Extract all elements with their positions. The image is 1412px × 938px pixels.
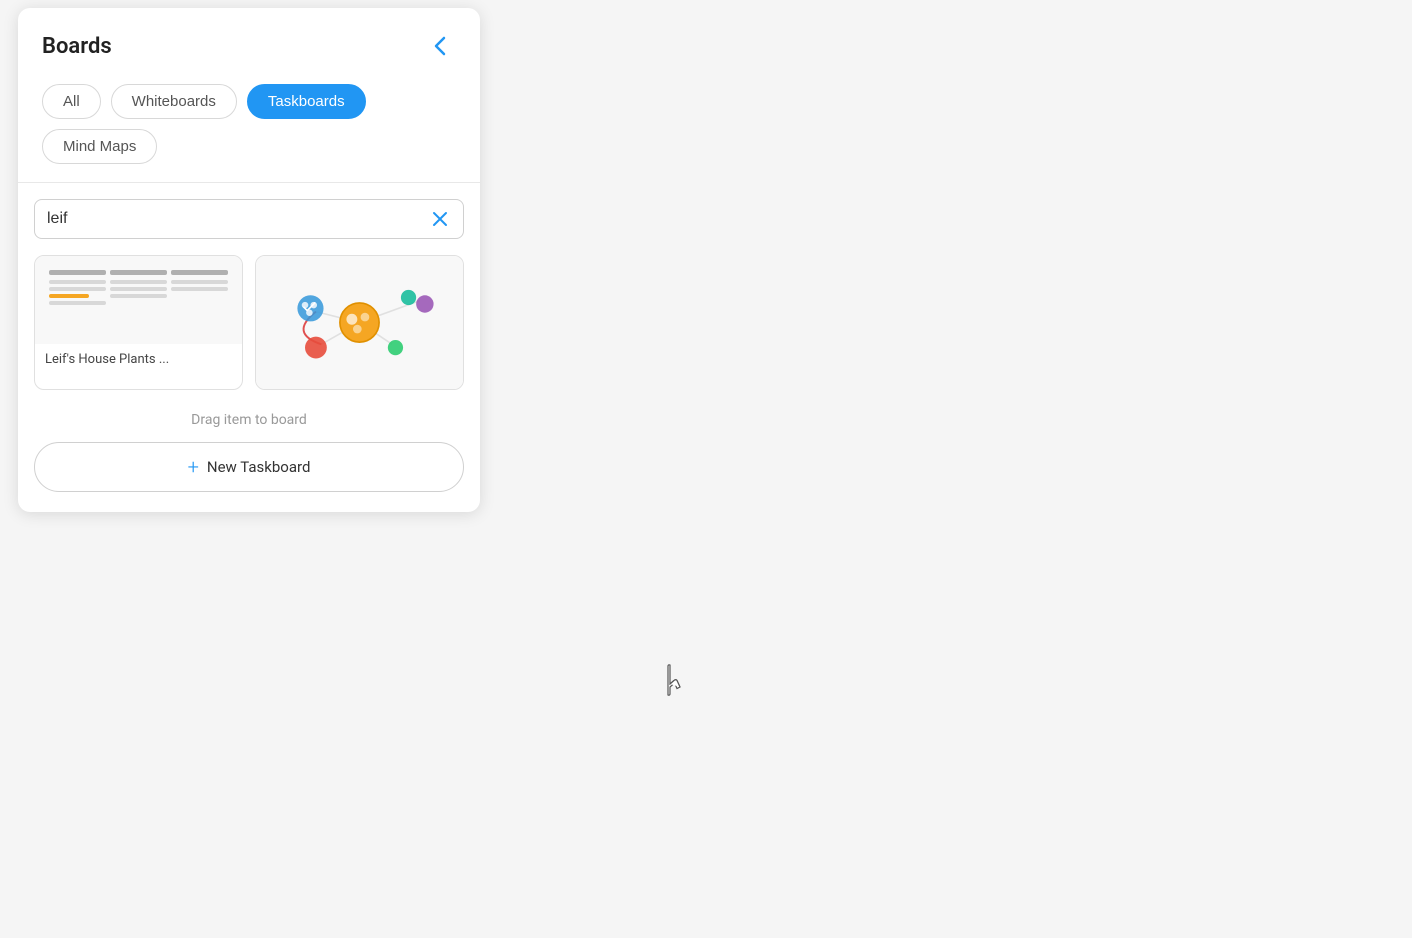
chevron-left-icon [434, 36, 446, 56]
filter-tabs: All Whiteboards Taskboards Mind Maps [18, 78, 480, 182]
tb-col-3 [171, 270, 228, 291]
pointer-cursor-icon [660, 664, 688, 698]
search-container [18, 183, 480, 251]
col-header-1 [49, 270, 106, 275]
collapse-button[interactable] [424, 30, 456, 62]
cursor-pointer [660, 664, 688, 698]
filter-tab-all[interactable]: All [42, 84, 101, 119]
taskboard-columns [43, 264, 234, 336]
plus-icon: + [188, 457, 199, 477]
col-item-2c [110, 294, 167, 298]
new-taskboard-label: New Taskboard [207, 458, 311, 476]
page-container: Boards All Whiteboards Taskboards Mind M… [0, 0, 1412, 938]
filter-tab-taskboards[interactable]: Taskboards [247, 84, 366, 119]
x-icon [432, 211, 448, 227]
drag-hint: Drag item to board [18, 402, 480, 442]
filter-tab-whiteboards[interactable]: Whiteboards [111, 84, 237, 119]
col-item-1d [49, 301, 106, 305]
search-wrapper [34, 199, 464, 239]
board-thumbnail-taskboard [35, 256, 242, 344]
tb-col-2 [110, 270, 167, 298]
col-item-3b [171, 287, 228, 291]
board-label-house-plants: Leif's House Plants ... [35, 344, 242, 375]
mindmap-svg [256, 256, 463, 389]
col-header-3 [171, 270, 228, 275]
clear-search-button[interactable] [429, 208, 451, 230]
panel-title: Boards [42, 34, 112, 59]
boards-grid: Leif's House Plants ... [18, 251, 480, 402]
filter-tab-mind-maps[interactable]: Mind Maps [42, 129, 157, 164]
col-item-1b [49, 287, 106, 291]
col-header-2 [110, 270, 167, 275]
col-item-2a [110, 280, 167, 284]
search-input[interactable] [47, 210, 429, 228]
panel-header: Boards [18, 8, 480, 78]
col-item-2b [110, 287, 167, 291]
board-card-house-plants[interactable]: Leif's House Plants ... [34, 255, 243, 390]
board-label-online-plant: Leif's online plant sh... [256, 389, 463, 390]
tb-col-1 [49, 270, 106, 305]
col-item-1a [49, 280, 106, 284]
board-thumbnail-mindmap [256, 256, 463, 389]
board-card-online-plant[interactable]: Leif's online plant sh... [255, 255, 464, 390]
col-item-1c [49, 294, 89, 298]
new-taskboard-button[interactable]: + New Taskboard [34, 442, 464, 492]
col-item-3a [171, 280, 228, 284]
boards-panel: Boards All Whiteboards Taskboards Mind M… [18, 8, 480, 512]
